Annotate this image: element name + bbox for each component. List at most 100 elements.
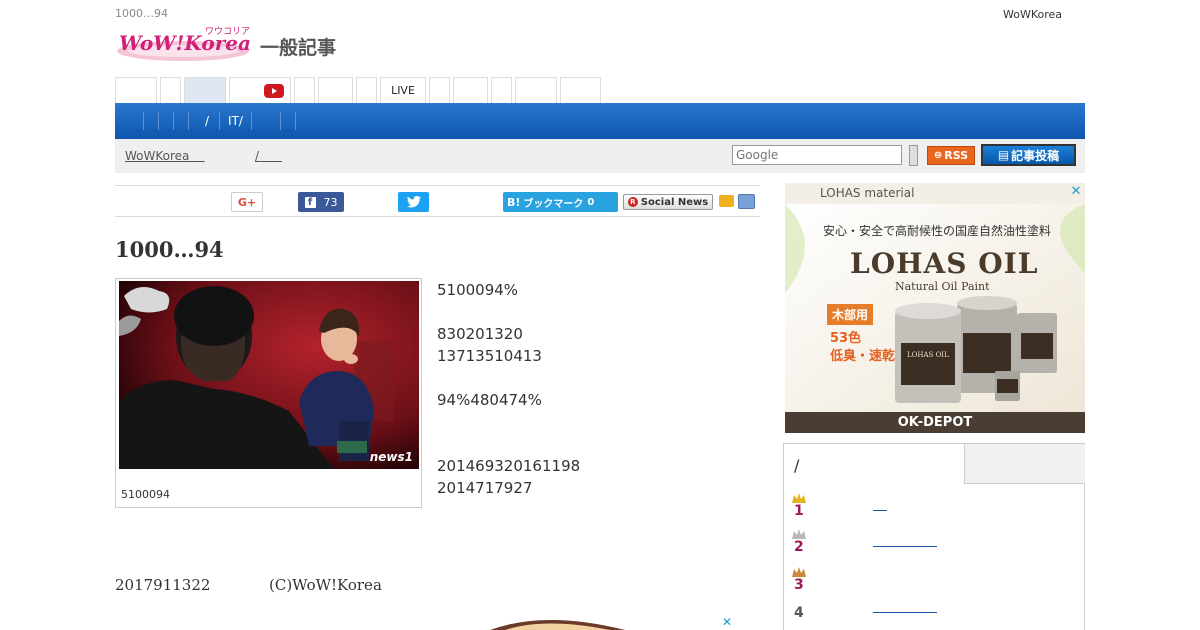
site-logo[interactable]: WoW!Korea ワウコリア bbox=[115, 25, 251, 63]
photo-watermark: news1 bbox=[369, 450, 413, 464]
ranking-link[interactable] bbox=[873, 546, 937, 547]
article-figure: news1 5100094 bbox=[115, 278, 422, 508]
nav-item-2[interactable] bbox=[158, 112, 173, 130]
rss-label: RSS bbox=[944, 149, 969, 162]
ranking-row[interactable]: 4 bbox=[792, 601, 1072, 625]
ad-tagline: 安心・安全で高耐候性の国産自然油性塗料 bbox=[823, 224, 1052, 238]
rank-number: 4 bbox=[794, 605, 804, 621]
crumb-home[interactable]: WoWKorea bbox=[125, 149, 205, 163]
bottom-ad[interactable]: ✕ bbox=[435, 615, 735, 630]
copyright: (C)WoW!Korea bbox=[269, 576, 382, 594]
share-bar: G+ f 73 B! ブックマーク 0 R Social News bbox=[115, 185, 760, 217]
bottom-ad-graphic bbox=[490, 617, 731, 630]
tab-5[interactable] bbox=[294, 77, 315, 103]
tab-9[interactable] bbox=[429, 77, 450, 103]
ranking-tab-b[interactable] bbox=[964, 444, 1085, 484]
twitter-share-button[interactable] bbox=[398, 192, 429, 212]
body-line bbox=[437, 411, 580, 433]
tab-12[interactable] bbox=[515, 77, 557, 103]
silver-crown-icon bbox=[792, 529, 806, 539]
social-news-icon: R bbox=[627, 197, 638, 207]
article-photo: news1 bbox=[119, 281, 419, 469]
body-line: 5100094% bbox=[437, 281, 519, 299]
crumb-3-label: / bbox=[255, 149, 260, 163]
body-line: 94%480474% bbox=[437, 391, 542, 409]
hatena-count: 0 bbox=[587, 196, 595, 208]
tab-13[interactable] bbox=[560, 77, 601, 103]
search-input[interactable] bbox=[732, 145, 902, 165]
ranking-row[interactable]: 3 bbox=[792, 567, 1072, 597]
rss-icon: ⊜ bbox=[933, 150, 943, 161]
google-plus-button[interactable]: G+ bbox=[231, 192, 263, 212]
ad-brand-bar: LOHAS material bbox=[785, 183, 1085, 204]
rank-number: 2 bbox=[794, 539, 804, 555]
ad-product-sub: Natural Oil Paint bbox=[895, 280, 990, 293]
body-line: 201469320161198 bbox=[437, 457, 581, 475]
body-line: 13713510413 bbox=[437, 347, 542, 365]
hatena-bookmark-button[interactable]: B! ブックマーク 0 bbox=[503, 192, 618, 212]
ad-product-name: LOHAS OIL bbox=[850, 247, 1039, 280]
hatena-logo: B! bbox=[507, 195, 521, 209]
rss-button[interactable]: ⊜ RSS bbox=[927, 146, 975, 165]
gold-crown-icon bbox=[792, 493, 806, 503]
body-line bbox=[437, 433, 580, 455]
twitter-bird-icon bbox=[406, 196, 421, 208]
brand-link[interactable]: WoWKorea bbox=[1003, 8, 1062, 21]
mail-icon[interactable] bbox=[719, 195, 734, 207]
main-nav: / IT/ bbox=[115, 103, 1085, 139]
bottom-ad-close-icon[interactable]: ✕ bbox=[722, 615, 732, 629]
nav-item-8[interactable] bbox=[294, 112, 310, 130]
bronze-crown-icon bbox=[792, 567, 806, 577]
photo-illustration bbox=[119, 281, 419, 469]
facebook-share-button[interactable]: f 73 bbox=[298, 192, 344, 212]
tab-youtube[interactable] bbox=[229, 77, 291, 103]
nav-item-6[interactable] bbox=[250, 112, 280, 130]
ad-badge: 木部用 bbox=[827, 304, 874, 325]
ad-can-label: LOHAS OIL bbox=[907, 351, 949, 359]
document-icon: ▤ bbox=[997, 148, 1010, 162]
rank-number: 3 bbox=[794, 577, 804, 593]
social-news-label: Social News bbox=[640, 196, 709, 208]
post-article-label: 記事投稿 bbox=[1011, 148, 1060, 163]
ranking-link[interactable] bbox=[873, 612, 937, 613]
tab-1[interactable] bbox=[115, 77, 157, 103]
article-date: 2017911322 bbox=[115, 576, 211, 594]
tab-11[interactable] bbox=[491, 77, 512, 103]
social-news-button[interactable]: R Social News bbox=[623, 194, 713, 210]
ad-features: 53色 低臭・速乾 bbox=[830, 330, 895, 366]
ranking-tab-a[interactable]: / bbox=[784, 444, 964, 484]
sidebar-ad[interactable]: LOHAS material ✕ 安心・安全で高耐候性の国産自然油性塗料 LOH… bbox=[785, 183, 1085, 433]
sub-bar: WoWKorea / ⊜ RSS ▤ 記事投稿 bbox=[115, 139, 1085, 173]
ad-close-icon[interactable]: ✕ bbox=[1069, 185, 1083, 199]
post-article-button[interactable]: ▤ 記事投稿 bbox=[981, 144, 1076, 166]
tab-6[interactable] bbox=[318, 77, 353, 103]
nav-item-7[interactable] bbox=[279, 112, 295, 130]
ranking-link[interactable] bbox=[873, 510, 887, 511]
nav-item-1[interactable] bbox=[143, 112, 158, 130]
logo-kana: ワウコリア bbox=[205, 27, 251, 37]
ranking-box: / 1 2 3 4 bbox=[783, 443, 1085, 630]
ad-footer: OK-DEPOT bbox=[785, 412, 1085, 433]
ranking-row[interactable]: 2 bbox=[792, 529, 1072, 559]
tab-3-active[interactable] bbox=[184, 77, 226, 103]
nav-item-it[interactable]: IT/ bbox=[219, 112, 251, 130]
tab-7[interactable] bbox=[356, 77, 377, 103]
crumb-3[interactable]: / bbox=[255, 149, 282, 163]
nav-item-3[interactable] bbox=[173, 112, 188, 130]
ad-feature-text: 低臭・速乾 bbox=[830, 349, 896, 364]
category-tabs: LIVE bbox=[115, 77, 604, 103]
hatena-label: ブックマーク bbox=[523, 198, 584, 210]
breadcrumb: 1000…94 bbox=[115, 7, 168, 20]
add-favorite-icon[interactable] bbox=[738, 194, 755, 209]
article-title: 1000…94 bbox=[115, 237, 224, 262]
tab-live[interactable]: LIVE bbox=[380, 77, 426, 103]
ranking-row[interactable]: 1 bbox=[792, 493, 1072, 523]
body-line: 830201320 bbox=[437, 325, 523, 343]
tab-10[interactable] bbox=[453, 77, 488, 103]
nav-item-4[interactable]: / bbox=[188, 112, 219, 130]
search-button[interactable] bbox=[909, 145, 918, 166]
crumb-home-label: WoWKorea bbox=[125, 149, 190, 163]
tab-2[interactable] bbox=[160, 77, 181, 103]
section-title: 一般記事 bbox=[260, 37, 337, 59]
body-line bbox=[437, 301, 580, 323]
